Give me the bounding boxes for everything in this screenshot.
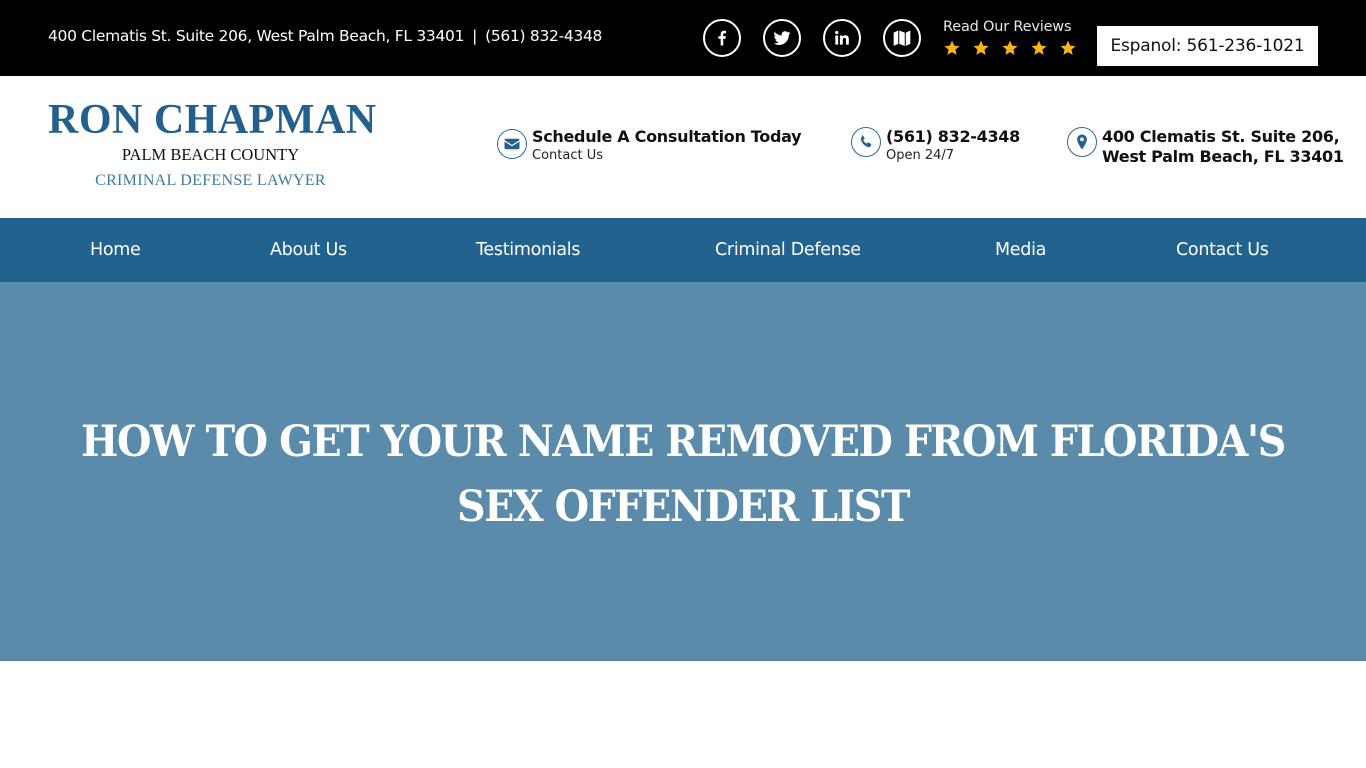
logo-name: RON CHAPMAN — [48, 97, 377, 143]
logo-tagline: CRIMINAL DEFENSE LAWYER — [95, 172, 326, 189]
star-icon — [1002, 40, 1018, 55]
header-address-line2: West Palm Beach, FL 33401 — [1102, 147, 1344, 166]
topbar-phone-link[interactable]: (561) 832-4348 — [485, 27, 602, 45]
header-address[interactable]: 400 Clematis St. Suite 206, West Palm Be… — [1067, 127, 1344, 167]
star-rating — [943, 39, 1077, 57]
twitter-link[interactable] — [763, 19, 801, 57]
contact-us-link[interactable]: Contact Us — [532, 148, 801, 163]
logo-county: PALM BEACH COUNTY — [121, 145, 300, 164]
reviews-link[interactable]: Read Our Reviews — [943, 19, 1077, 57]
twitter-icon — [773, 31, 791, 45]
header-phone-hours: Open 24/7 — [886, 148, 955, 163]
schedule-consultation[interactable]: Schedule A Consultation Today Contact Us — [497, 127, 802, 163]
map-link[interactable] — [883, 19, 921, 57]
nav-item-media[interactable]: Media — [995, 218, 1046, 282]
star-icon — [944, 40, 960, 55]
header-address-line1: 400 Clematis St. Suite 206, — [1102, 127, 1340, 146]
linkedin-icon — [835, 30, 849, 45]
logo[interactable]: RON CHAPMAN PALM BEACH COUNTY CRIMINAL D… — [48, 97, 377, 190]
star-icon — [1031, 40, 1047, 55]
page-title: HOW TO GET YOUR NAME REMOVED FROM FLORID… — [81, 417, 1286, 532]
espanol-phone-button[interactable]: Espanol: 561-236-1021 — [1097, 26, 1318, 66]
phone-icon — [860, 135, 872, 148]
header-phone[interactable]: (561) 832-4348 Open 24/7 — [851, 127, 1020, 163]
schedule-title: Schedule A Consultation Today — [532, 127, 802, 146]
facebook-link[interactable] — [703, 19, 741, 57]
hero-banner: HOW TO GET YOUR NAME REMOVED FROM FLORID… — [0, 282, 1366, 661]
star-icon — [973, 40, 989, 55]
main-nav: Home About Us Testimonials Criminal Defe… — [0, 218, 1366, 282]
topbar-separator: | — [472, 27, 478, 45]
nav-item-contact-us[interactable]: Contact Us — [1176, 218, 1269, 282]
phone-icon-circle — [851, 127, 881, 157]
topbar-address: 400 Clematis St. Suite 206, West Palm Be… — [48, 27, 465, 45]
nav-item-criminal-defense[interactable]: Criminal Defense — [715, 218, 861, 282]
star-icon — [1060, 40, 1076, 55]
linkedin-link[interactable] — [823, 19, 861, 57]
location-pin-icon — [1077, 134, 1087, 150]
facebook-icon — [718, 30, 726, 46]
map-icon — [893, 30, 911, 46]
topbar-contact: 400 Clematis St. Suite 206, West Palm Be… — [48, 27, 602, 45]
location-pin-icon-circle — [1067, 127, 1097, 157]
header-phone-number: (561) 832-4348 — [886, 127, 1020, 146]
site-header: RON CHAPMAN PALM BEACH COUNTY CRIMINAL D… — [0, 76, 1366, 218]
envelope-icon — [504, 138, 520, 150]
nav-item-testimonials[interactable]: Testimonials — [476, 218, 580, 282]
envelope-icon-circle — [497, 129, 527, 159]
nav-item-home[interactable]: Home — [90, 218, 141, 282]
nav-item-about-us[interactable]: About Us — [270, 218, 347, 282]
reviews-label: Read Our Reviews — [943, 19, 1072, 35]
top-bar: 400 Clematis St. Suite 206, West Palm Be… — [0, 0, 1366, 76]
